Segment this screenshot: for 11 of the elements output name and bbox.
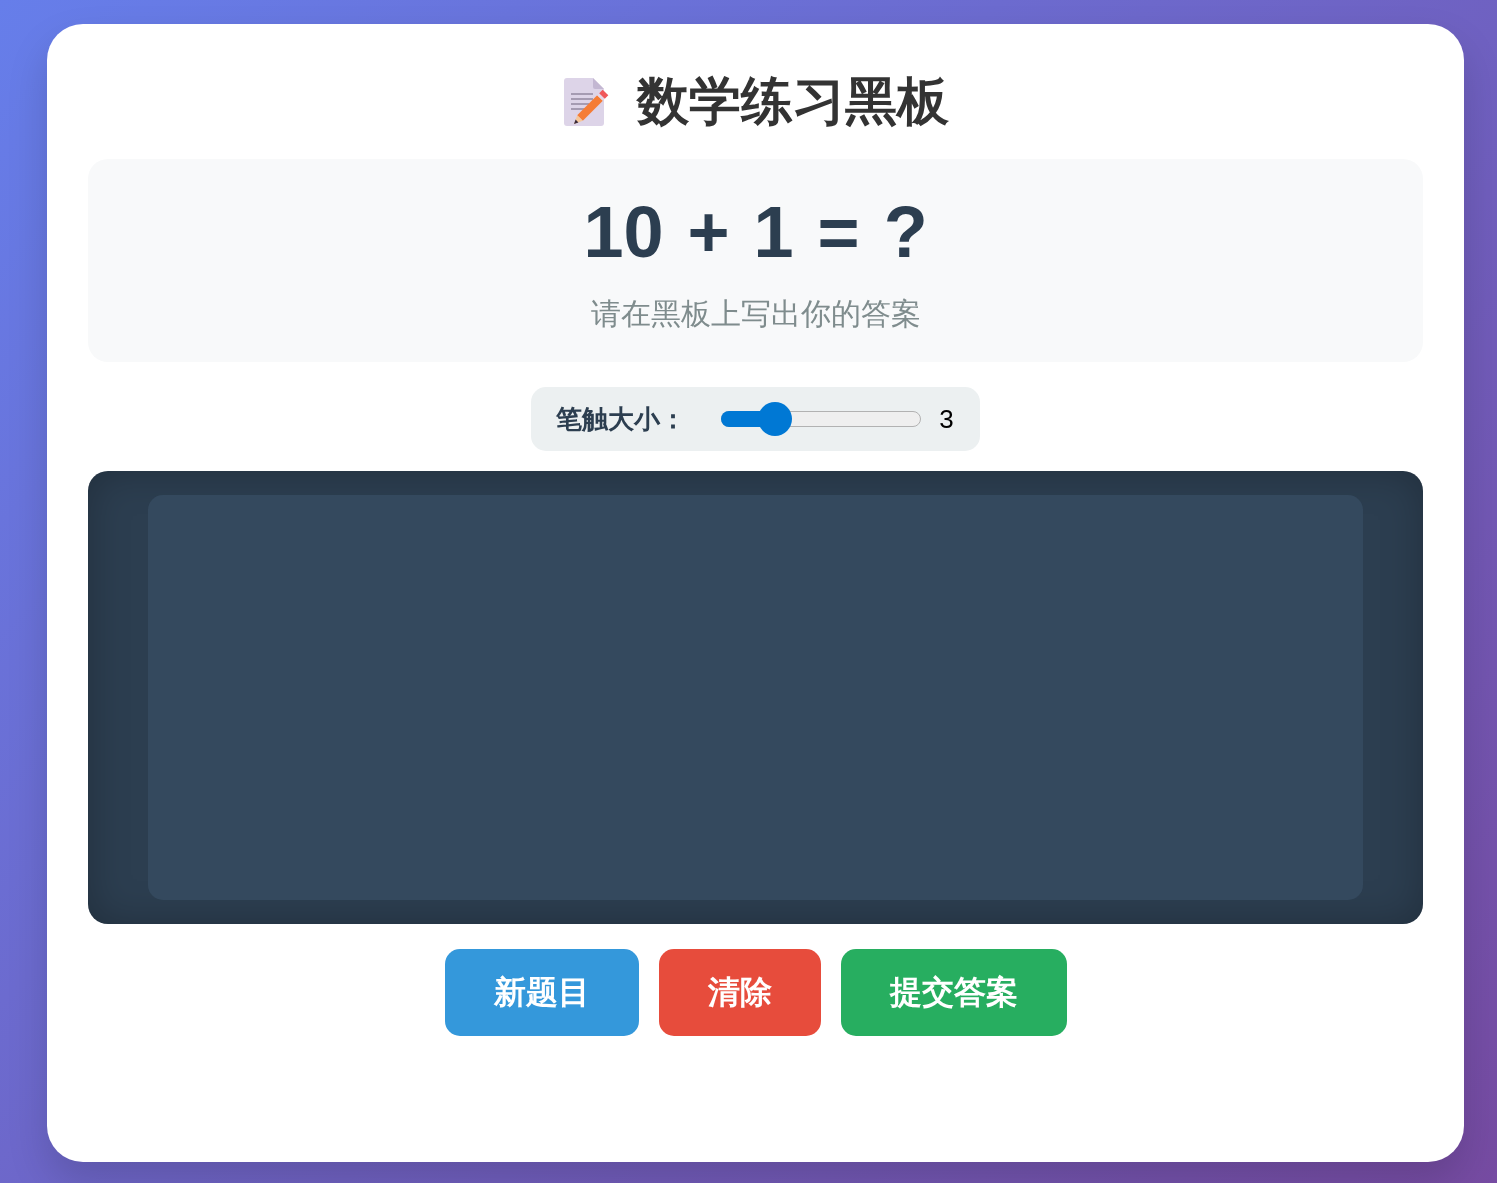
document-pencil-icon [562,76,609,127]
instruction-text: 请在黑板上写出你的答案 [590,296,921,332]
brush-size-value: 3 [939,403,954,435]
new-question-button[interactable]: 新题目 [444,949,639,1036]
equation-text: 10 + 1 = ? [583,191,928,274]
brush-size-slider[interactable] [721,402,922,436]
clear-button[interactable]: 清除 [658,949,821,1036]
slider-thumb[interactable] [757,402,792,436]
page-title: 数学练习黑板 [636,71,949,132]
submit-answer-button[interactable]: 提交答案 [840,949,1067,1036]
brush-size-label: 笔触大小： [556,402,687,436]
